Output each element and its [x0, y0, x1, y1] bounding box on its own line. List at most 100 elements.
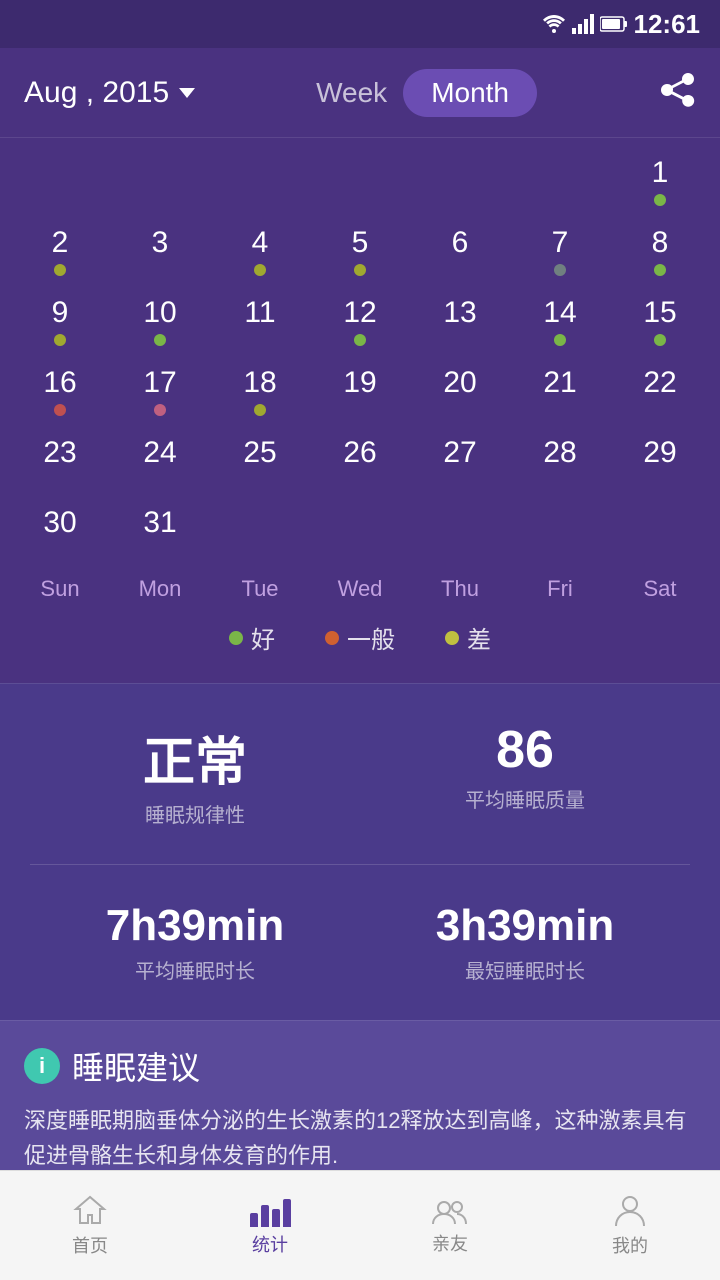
- cal-dot-10: [154, 334, 166, 346]
- cal-day-14[interactable]: 14: [510, 288, 610, 358]
- cal-empty: [10, 148, 110, 218]
- tab-week[interactable]: Week: [316, 77, 387, 109]
- cal-day-20[interactable]: 20: [410, 358, 510, 428]
- header-date-section[interactable]: Aug , 2015: [24, 76, 195, 110]
- cal-day-1[interactable]: 1: [610, 148, 710, 218]
- cal-day-21[interactable]: 21: [510, 358, 610, 428]
- status-time: 12:61: [634, 9, 701, 40]
- nav-item-mine[interactable]: 我的: [540, 1194, 720, 1258]
- cal-day-26[interactable]: 26: [310, 428, 410, 498]
- wifi-icon: [542, 14, 566, 34]
- stats-chart-icon: [250, 1195, 291, 1227]
- legend-dot-poor: [445, 631, 459, 645]
- cal-day-8[interactable]: 8: [610, 218, 710, 288]
- cal-dot-12: [354, 334, 366, 346]
- share-button[interactable]: [658, 71, 696, 114]
- cal-day-11[interactable]: 11: [210, 288, 310, 358]
- header: Aug , 2015 Week Month: [0, 48, 720, 138]
- stat-regularity-label: 睡眠规律性: [145, 799, 245, 828]
- cal-dot-5: [354, 264, 366, 276]
- nav-label-home: 首页: [72, 1232, 108, 1258]
- calendar-area: 1 2 3 4 5 6 7 8: [0, 138, 720, 683]
- stat-regularity-value: 正常: [143, 720, 247, 795]
- cal-day-17[interactable]: 17: [110, 358, 210, 428]
- stat-min-duration: 3h39min 最短睡眠时长: [360, 885, 690, 1000]
- cal-empty: [410, 148, 510, 218]
- stat-min-duration-label: 最短睡眠时长: [465, 955, 585, 984]
- day-label-fri: Fri: [510, 572, 610, 606]
- cal-dot-14: [554, 334, 566, 346]
- cal-day-29[interactable]: 29: [610, 428, 710, 498]
- cal-day-28[interactable]: 28: [510, 428, 610, 498]
- stat-avg-quality-label: 平均睡眠质量: [465, 784, 585, 813]
- legend-fair: 一般: [325, 620, 395, 655]
- cal-dot-4: [254, 264, 266, 276]
- day-label-sun: Sun: [10, 572, 110, 606]
- cal-day-13[interactable]: 13: [410, 288, 510, 358]
- cal-day-15[interactable]: 15: [610, 288, 710, 358]
- friends-icon: [431, 1196, 469, 1226]
- cal-dot-7: [554, 264, 566, 276]
- calendar-week-3: 9 10 11 12 13 14 15: [0, 288, 720, 358]
- cal-dot-17: [154, 404, 166, 416]
- cal-dot-16: [54, 404, 66, 416]
- calendar-week-4: 16 17 18 19 20 21 22: [0, 358, 720, 428]
- calendar-week-5: 23 24 25 26 27 28 29: [0, 428, 720, 498]
- calendar-week-2: 2 3 4 5 6 7 8: [0, 218, 720, 288]
- cal-day-19[interactable]: 19: [310, 358, 410, 428]
- stat-divider: [30, 864, 690, 865]
- nav-item-home[interactable]: 首页: [0, 1194, 180, 1258]
- stat-min-duration-value: 3h39min: [436, 901, 615, 951]
- cal-empty: [510, 148, 610, 218]
- cal-day-12[interactable]: 12: [310, 288, 410, 358]
- cal-day-24[interactable]: 24: [110, 428, 210, 498]
- nav-item-friends[interactable]: 亲友: [360, 1196, 540, 1256]
- cal-day-23[interactable]: 23: [10, 428, 110, 498]
- day-label-thu: Thu: [410, 572, 510, 606]
- tab-month[interactable]: Month: [403, 69, 537, 117]
- cal-dot-9: [54, 334, 66, 346]
- cal-day-27[interactable]: 27: [410, 428, 510, 498]
- cal-dot-15: [654, 334, 666, 346]
- stats-area: 正常 睡眠规律性 86 平均睡眠质量 7h39min 平均睡眠时长 3h39mi…: [0, 683, 720, 1020]
- day-labels: Sun Mon Tue Wed Thu Fri Sat: [0, 572, 720, 606]
- cal-day-22[interactable]: 22: [610, 358, 710, 428]
- cal-day-5[interactable]: 5: [310, 218, 410, 288]
- cal-day-9[interactable]: 9: [10, 288, 110, 358]
- advice-title: 睡眠建议: [72, 1043, 200, 1089]
- day-label-mon: Mon: [110, 572, 210, 606]
- cal-day-18[interactable]: 18: [210, 358, 310, 428]
- nav-label-mine: 我的: [612, 1232, 648, 1258]
- day-label-sat: Sat: [610, 572, 710, 606]
- cal-day-6[interactable]: 6: [410, 218, 510, 288]
- cal-dot-2: [54, 264, 66, 276]
- cal-day-30[interactable]: 30: [10, 498, 110, 568]
- calendar-week-6: 30 31: [0, 498, 720, 568]
- advice-text: 深度睡眠期脑垂体分泌的生长激素的12释放达到高峰，这种激素具有促进骨骼生长和身体…: [24, 1103, 696, 1173]
- stat-avg-quality: 86 平均睡眠质量: [360, 704, 690, 844]
- cal-day-16[interactable]: 16: [10, 358, 110, 428]
- legend-poor: 差: [445, 620, 491, 655]
- header-date: Aug , 2015: [24, 76, 169, 110]
- stat-avg-duration-value: 7h39min: [106, 901, 285, 951]
- stat-avg-duration: 7h39min 平均睡眠时长: [30, 885, 360, 1000]
- signal-icon: [572, 14, 594, 34]
- cal-day-3[interactable]: 3: [110, 218, 210, 288]
- cal-empty: [110, 148, 210, 218]
- cal-dot-8: [654, 264, 666, 276]
- cal-empty: [210, 148, 310, 218]
- cal-day-31[interactable]: 31: [110, 498, 210, 568]
- cal-day-10[interactable]: 10: [110, 288, 210, 358]
- nav-item-stats[interactable]: 统计: [180, 1195, 360, 1257]
- nav-label-stats: 统计: [252, 1231, 288, 1257]
- date-dropdown-arrow[interactable]: [179, 88, 195, 98]
- cal-day-7[interactable]: 7: [510, 218, 610, 288]
- cal-day-25[interactable]: 25: [210, 428, 310, 498]
- legend-good: 好: [229, 620, 275, 655]
- cal-day-2[interactable]: 2: [10, 218, 110, 288]
- nav-label-friends: 亲友: [432, 1230, 468, 1256]
- stat-regularity: 正常 睡眠规律性: [30, 704, 360, 844]
- cal-dot-1: [654, 194, 666, 206]
- stat-avg-quality-value: 86: [496, 720, 554, 780]
- cal-day-4[interactable]: 4: [210, 218, 310, 288]
